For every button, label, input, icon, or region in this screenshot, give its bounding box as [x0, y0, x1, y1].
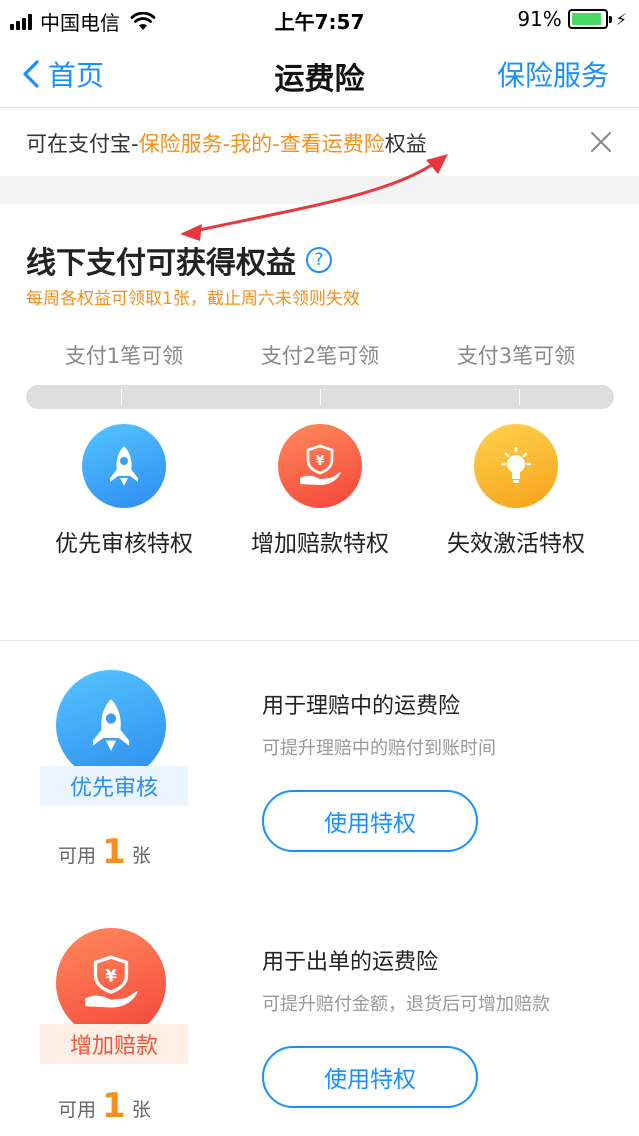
notice-text: 可在支付宝-保险服务-我的-查看运费险权益: [26, 128, 427, 158]
privilege-icon-circle: [474, 424, 558, 508]
avail-prefix: 可用: [58, 1099, 97, 1121]
card-title: 用于理赔中的运费险: [262, 694, 461, 719]
badge: 优先审核: [40, 670, 190, 820]
status-right: 91% ⚡: [517, 7, 627, 31]
step-labels: 支付1笔可领 支付2笔可领 支付3笔可领: [26, 340, 614, 370]
privilege-card-priority-review: 优先审核 可用 1 张 用于理赔中的运费险 可提升理赔中的赔付到账时间 使用特权: [0, 644, 639, 884]
divider: [0, 640, 639, 641]
rocket-icon: [110, 446, 138, 486]
use-privilege-button[interactable]: 使用特权: [262, 790, 478, 852]
badge-circle: ¥: [56, 928, 166, 1038]
svg-text:¥: ¥: [105, 966, 117, 986]
badge-ribbon: 增加赔款: [40, 1024, 188, 1064]
avail-prefix: 可用: [58, 845, 97, 867]
step-label: 支付1笔可领: [64, 344, 184, 368]
notice-suffix: 权益: [384, 132, 427, 156]
avail-number: 1: [102, 1086, 126, 1126]
section-gap: [0, 176, 639, 204]
privilege-label: 增加赔款特权: [251, 531, 389, 557]
status-bar: 中国电信 上午7:57 91% ⚡: [0, 0, 639, 38]
available-count: 可用 1 张: [58, 1086, 151, 1126]
insurance-service-link[interactable]: 保险服务: [497, 54, 609, 94]
help-icon[interactable]: ?: [306, 247, 332, 273]
step-label: 支付3笔可领: [456, 344, 576, 368]
use-privilege-button[interactable]: 使用特权: [262, 1046, 478, 1108]
privilege-increase-payout[interactable]: ¥ 增加赔款特权: [222, 424, 418, 558]
privilege-priority-review[interactable]: 优先审核特权: [26, 424, 222, 558]
privilege-list: 优先审核特权 ¥ 增加赔款特权 失效激活特权: [26, 424, 614, 558]
notice-banner: 可在支付宝-保险服务-我的-查看运费险权益: [0, 108, 639, 176]
privilege-label: 优先审核特权: [55, 531, 193, 557]
rights-subtitle: 每周各权益可领取1张，截止周六未领则失效: [26, 289, 360, 309]
avail-number: 1: [102, 832, 126, 872]
avail-suffix: 张: [131, 845, 151, 867]
rocket-icon: [92, 699, 130, 751]
privilege-reactivate[interactable]: 失效激活特权: [418, 424, 614, 558]
privilege-card-increase-payout: ¥ 增加赔款 可用 1 张 用于出单的运费险 可提升赔付金额，退货后可增加赔款 …: [0, 900, 639, 1136]
battery-icon: [567, 9, 612, 29]
avail-suffix: 张: [131, 1099, 151, 1121]
card-title: 用于出单的运费险: [262, 950, 439, 975]
charging-icon: ⚡: [615, 9, 627, 29]
lightbulb-icon: [500, 446, 532, 483]
privilege-icon-circle: [82, 424, 166, 508]
battery-percent: 91%: [517, 7, 562, 31]
notice-path-highlight: 保险服务-我的-查看运费险: [138, 132, 385, 156]
badge: ¥ 增加赔款: [40, 928, 190, 1078]
badge-circle: [56, 670, 166, 780]
nav-bar: 首页 运费险 保险服务: [0, 38, 639, 108]
yuan-shield-hand-icon: ¥: [300, 444, 341, 485]
step-label: 支付2笔可领: [260, 344, 380, 368]
notice-prefix: 可在支付宝-: [26, 132, 139, 156]
card-description: 可提升理赔中的赔付到账时间: [262, 738, 496, 759]
badge-ribbon: 优先审核: [40, 766, 188, 806]
privilege-label: 失效激活特权: [447, 531, 585, 557]
available-count: 可用 1 张: [58, 832, 151, 872]
rights-title-text: 线下支付可获得权益: [26, 246, 296, 281]
card-description: 可提升赔付金额，退货后可增加赔款: [262, 994, 550, 1015]
yuan-shield-hand-icon: ¥: [85, 955, 139, 1008]
rights-title: 线下支付可获得权益 ?: [26, 238, 332, 282]
privilege-icon-circle: ¥: [278, 424, 362, 508]
svg-text:¥: ¥: [315, 454, 324, 469]
close-icon[interactable]: [589, 130, 613, 154]
progress-bar: [26, 385, 614, 409]
